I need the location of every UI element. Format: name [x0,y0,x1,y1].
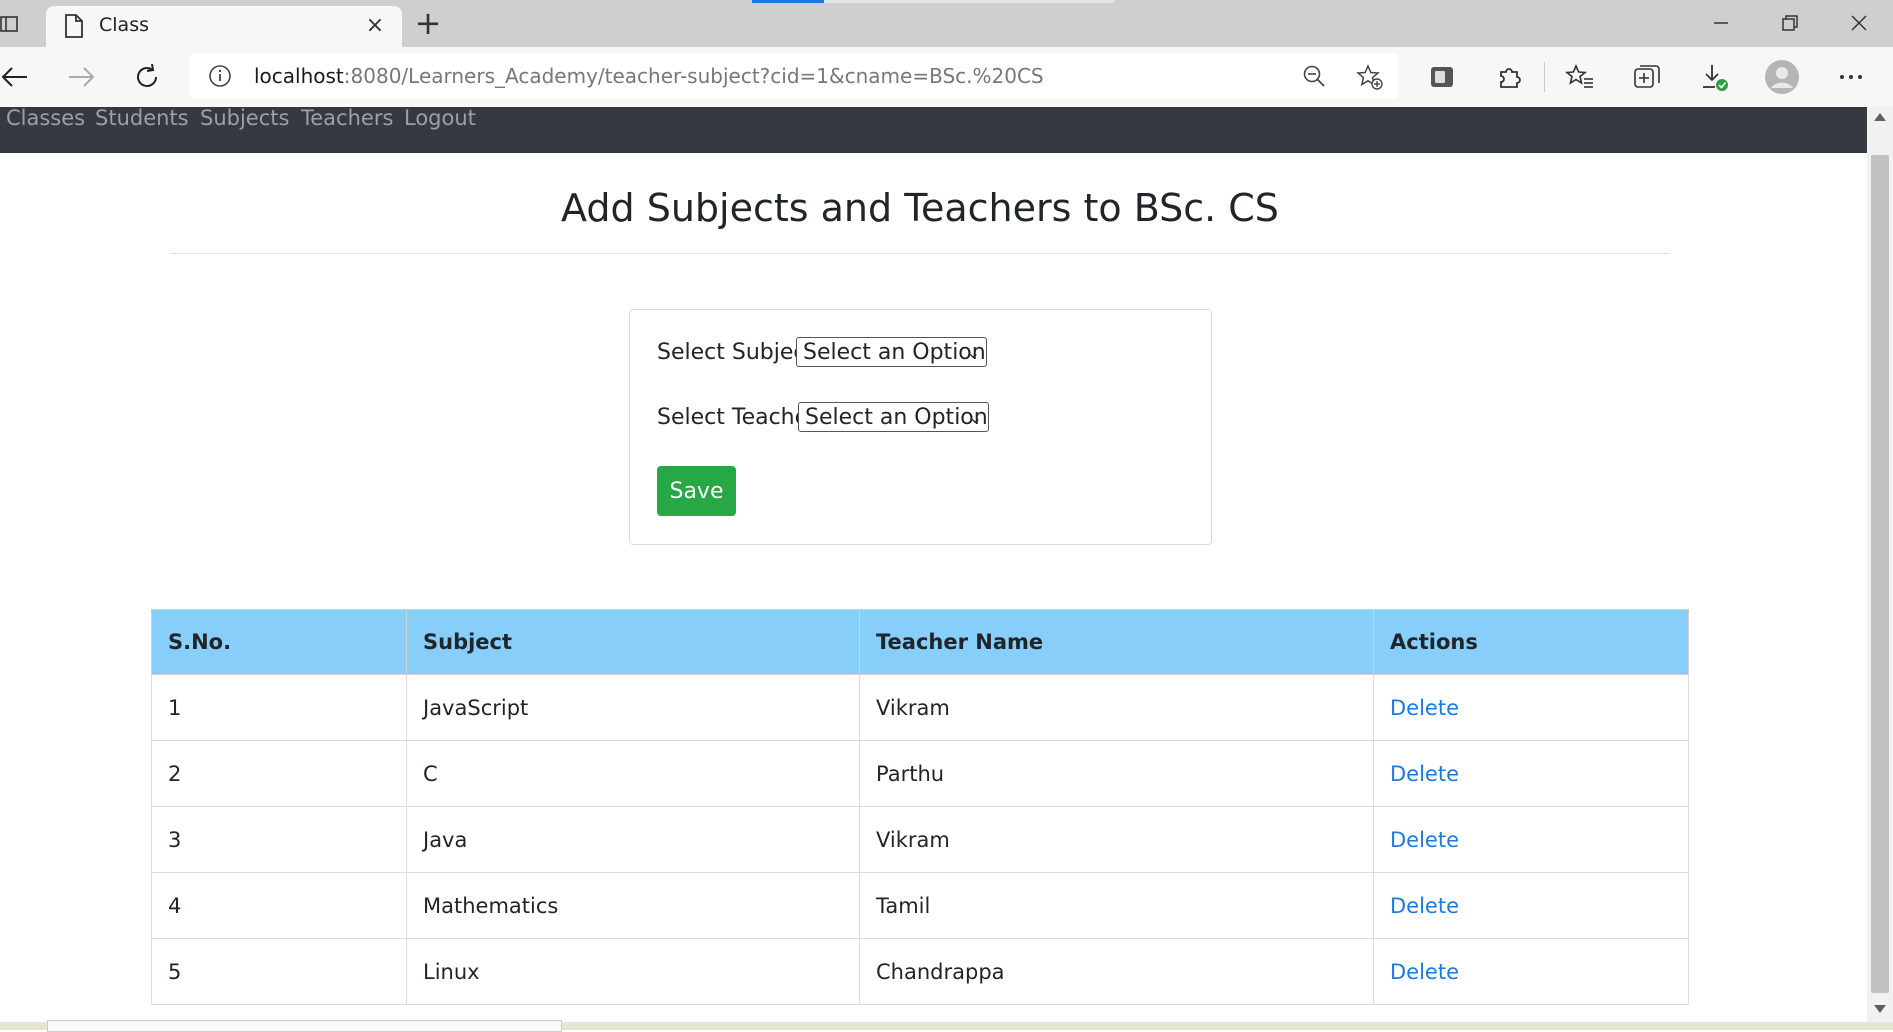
title-divider [170,253,1670,254]
horizontal-scrollbar[interactable] [47,1020,562,1032]
url-path: :8080/Learners_Academy/teacher-subject?c… [343,64,1044,88]
restore-icon[interactable] [1777,10,1803,36]
address-bar[interactable]: localhost:8080/Learners_Academy/teacher-… [190,53,1398,99]
refresh-icon[interactable] [132,62,162,92]
page-icon [65,14,83,38]
url-text[interactable]: localhost:8080/Learners_Academy/teacher-… [254,64,1044,88]
browser-tab-active[interactable]: Class × [46,6,402,47]
cell-teacher: Vikram [859,674,1374,741]
cell-actions: Delete [1373,740,1689,807]
page-title: Add Subjects and Teachers to BSc. CS [561,186,1279,230]
delete-link[interactable]: Delete [1390,960,1459,984]
forward-icon[interactable] [66,62,96,92]
scrollbar-thumb[interactable] [1871,155,1889,993]
url-host: localhost [254,64,344,88]
minimize-icon[interactable] [1708,10,1734,36]
cell-sno: 4 [151,872,407,939]
column-header-sno: S.No. [151,609,407,675]
extension-app-icon[interactable] [1427,62,1457,92]
delete-link[interactable]: Delete [1390,696,1459,720]
profile-avatar-icon[interactable] [1764,59,1800,95]
cell-sno: 3 [151,806,407,873]
table-header-row: S.No. Subject Teacher Name Actions [151,609,1689,675]
extensions-icon[interactable] [1494,62,1524,92]
cell-sno: 1 [151,674,407,741]
back-icon[interactable] [0,62,30,92]
subject-select[interactable]: Select an Option ⌄ [796,337,987,367]
zoom-out-icon[interactable] [1302,64,1326,88]
cell-sno: 2 [151,740,407,807]
cell-sno: 5 [151,938,407,1005]
cell-subject: JavaScript [406,674,860,741]
toolbar-divider [1544,62,1545,92]
save-button[interactable]: Save [657,466,736,516]
nav-students[interactable]: Students [95,107,189,129]
cell-actions: Delete [1373,872,1689,939]
cell-teacher: Tamil [859,872,1374,939]
teacher-select[interactable]: Select an Option ⌄ [798,402,989,432]
close-tab-icon[interactable]: × [364,15,386,37]
nav-logout[interactable]: Logout [404,107,476,129]
column-header-teacher: Teacher Name [859,609,1374,675]
cell-actions: Delete [1373,806,1689,873]
table-row: 3 Java Vikram Delete [151,806,1689,873]
collections-icon[interactable] [1632,62,1662,92]
subject-select-value: Select an Option [803,340,986,365]
teacher-select-value: Select an Option [805,405,988,430]
scroll-up-arrow[interactable] [1874,113,1886,121]
info-icon[interactable] [208,64,232,88]
nav-classes[interactable]: Classes [6,107,85,129]
column-header-actions: Actions [1373,609,1689,675]
browser-toolbar: localhost:8080/Learners_Academy/teacher-… [0,47,1893,108]
cell-teacher: Vikram [859,806,1374,873]
table-row: 5 Linux Chandrappa Delete [151,938,1689,1005]
nav-teachers[interactable]: Teachers [301,107,393,129]
chevron-down-icon: ⌄ [968,408,982,427]
cell-subject: Mathematics [406,872,860,939]
cell-teacher: Chandrappa [859,938,1374,1005]
new-tab-icon[interactable]: + [413,7,443,39]
tab-actions-icon[interactable] [0,16,18,32]
subject-teacher-table: S.No. Subject Teacher Name Actions 1 Jav… [151,609,1689,1005]
select-teacher-label: Select Teacher [657,405,818,430]
cell-teacher: Parthu [859,740,1374,807]
favorites-icon[interactable] [1565,62,1595,92]
table-row: 4 Mathematics Tamil Delete [151,872,1689,939]
cell-actions: Delete [1373,674,1689,741]
select-subject-label: Select Subject [657,340,815,365]
tab-title: Class [99,14,149,36]
app-navbar: Classes Students Subjects Teachers Logou… [0,107,1867,153]
add-favorite-icon[interactable] [1356,63,1384,91]
more-options-icon[interactable] [1836,62,1866,92]
chevron-down-icon: ⌄ [966,343,980,362]
column-header-subject: Subject [406,609,860,675]
cell-subject: Linux [406,938,860,1005]
close-window-icon[interactable] [1846,10,1872,36]
browser-tab-strip: Class × + [0,0,1893,47]
loading-progress [752,0,824,3]
table-row: 1 JavaScript Vikram Delete [151,674,1689,741]
delete-link[interactable]: Delete [1390,762,1459,786]
loading-progress-track [824,0,1114,3]
delete-link[interactable]: Delete [1390,828,1459,852]
delete-link[interactable]: Delete [1390,894,1459,918]
cell-actions: Delete [1373,938,1689,1005]
scroll-down-arrow[interactable] [1874,1005,1886,1013]
vertical-scrollbar[interactable] [1867,107,1893,1025]
assign-form-card: Select Subject Select an Option ⌄ Select… [629,309,1212,545]
cell-subject: C [406,740,860,807]
cell-subject: Java [406,806,860,873]
nav-subjects[interactable]: Subjects [200,107,289,129]
downloads-icon[interactable] [1699,62,1729,92]
table-row: 2 C Parthu Delete [151,740,1689,807]
